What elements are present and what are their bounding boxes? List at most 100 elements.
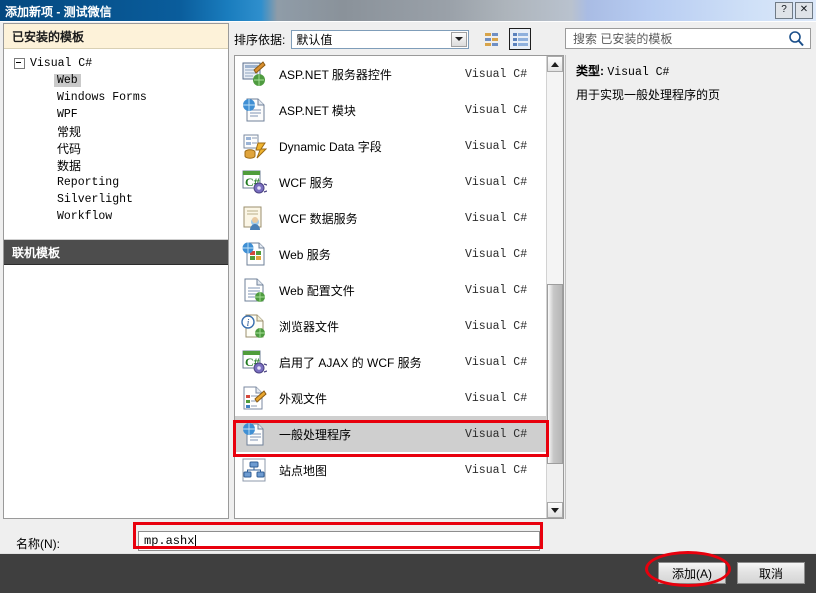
template-language: Visual C# (465, 103, 528, 117)
close-icon[interactable]: ✕ (795, 2, 813, 19)
search-placeholder: 搜索 已安装的模板 (573, 32, 673, 46)
template-row[interactable]: Dynamic Data 字段 Visual C# (235, 128, 547, 164)
online-templates-header[interactable]: 联机模板 (4, 239, 228, 265)
add-new-item-dialog: 添加新项 - 测试微信 ? ✕ 已安装的模板 Visual C# Web Win… (0, 0, 816, 593)
aspnet-module-icon (243, 98, 265, 122)
tree-node-visual-csharp[interactable]: Visual C# (4, 55, 228, 72)
template-row[interactable]: Web 配置文件 Visual C# (235, 272, 547, 308)
tree-item-label: Workflow (57, 210, 113, 223)
template-type-label: 类型: (576, 64, 604, 78)
tree-node-label: Visual C# (30, 57, 93, 70)
template-name: WCF 数据服务 (279, 211, 358, 226)
tree-item-label: WPF (57, 108, 78, 121)
window-controls: ? ✕ (775, 2, 813, 19)
name-input[interactable]: mp.ashx (138, 531, 540, 551)
search-icon[interactable] (787, 29, 807, 48)
template-language: Visual C# (465, 355, 528, 369)
template-language: Visual C# (465, 139, 528, 153)
tree-item-web[interactable]: Web (4, 72, 228, 89)
sort-label: 排序依据: (234, 32, 286, 47)
template-description: 用于实现一般处理程序的页 (576, 88, 721, 102)
name-label: 名称(N): (16, 537, 60, 551)
text-caret (195, 534, 197, 548)
web-service-icon (242, 242, 265, 266)
template-row[interactable]: 外观文件 Visual C# (235, 380, 547, 416)
template-row[interactable]: Web 服务 Visual C# (235, 236, 547, 272)
aspnet-server-control-icon (242, 61, 266, 86)
template-name: WCF 服务 (279, 175, 334, 190)
sort-by-value: 默认值 (296, 32, 333, 47)
template-details-pane: 类型: Visual C# 用于实现一般处理程序的页 (565, 55, 811, 519)
template-row[interactable]: 站点地图 Visual C# (235, 452, 547, 488)
tree-item-data[interactable]: 数据 (4, 157, 228, 174)
template-name: 浏览器文件 (279, 319, 340, 334)
tree-item-label: Windows Forms (57, 91, 147, 104)
template-category-tree: Visual C# Web Windows Forms WPF 常规 代码 数据… (4, 49, 228, 235)
title-bar: 添加新项 - 测试微信 ? ✕ (0, 0, 816, 21)
installed-templates-pane: 已安装的模板 Visual C# Web Windows Forms WPF 常… (3, 23, 229, 519)
scroll-up-button[interactable] (547, 56, 563, 72)
ajax-wcf-service-icon: C# (242, 350, 267, 374)
wcf-service-icon: C# (242, 170, 267, 194)
help-icon[interactable]: ? (775, 2, 793, 19)
template-name: 启用了 AJAX 的 WCF 服务 (279, 355, 422, 370)
template-name: Dynamic Data 字段 (279, 139, 382, 154)
template-list-scrollbar[interactable] (546, 56, 563, 518)
template-name: 站点地图 (279, 463, 328, 478)
sort-by-dropdown[interactable]: 默认值 (291, 29, 470, 49)
template-row[interactable]: WCF 数据服务 Visual C# (235, 200, 547, 236)
template-row[interactable]: C# WCF 服务 Visual C# (235, 164, 547, 200)
tree-item-label: Reporting (57, 176, 120, 189)
template-type-value: Visual C# (607, 66, 670, 79)
site-map-icon (242, 458, 266, 482)
list-view-icon (512, 32, 528, 46)
scrollbar-track[interactable] (547, 72, 563, 284)
wcf-data-service-icon (243, 206, 262, 230)
template-language: Visual C# (465, 427, 528, 441)
template-type-row: 类型: Visual C# (576, 62, 811, 79)
template-row[interactable]: ASP.NET 模块 Visual C# (235, 92, 547, 128)
template-language: Visual C# (465, 283, 528, 297)
cancel-button[interactable]: 取消 (737, 562, 805, 584)
chevron-down-icon[interactable] (451, 31, 468, 47)
scroll-down-button[interactable] (547, 502, 563, 518)
dialog-body: 已安装的模板 Visual C# Web Windows Forms WPF 常… (0, 21, 816, 553)
template-name: ASP.NET 服务器控件 (279, 67, 392, 82)
tree-item-label: 代码 (57, 142, 82, 156)
tree-item-silverlight[interactable]: Silverlight (4, 191, 228, 208)
small-icons-view-button[interactable] (481, 28, 503, 50)
view-mode-buttons (481, 28, 532, 50)
template-row[interactable]: C# 启用了 AJAX 的 WCF 服务 Visual C# (235, 344, 547, 380)
template-language: Visual C# (465, 391, 528, 405)
tree-item-code[interactable]: 代码 (4, 140, 228, 157)
dynamic-data-field-icon (243, 134, 267, 159)
installed-templates-header: 已安装的模板 (4, 24, 228, 49)
small-icons-icon (484, 32, 498, 46)
template-language: Visual C# (465, 67, 528, 81)
add-button-label: 添加(A) (672, 566, 712, 581)
tree-item-workflow[interactable]: Workflow (4, 208, 228, 225)
template-list: ASP.NET 服务器控件 Visual C# ASP.NET 模块 Visua… (234, 55, 564, 519)
tree-item-windows-forms[interactable]: Windows Forms (4, 89, 228, 106)
tree-item-label: 常规 (57, 125, 82, 139)
template-row[interactable]: i 浏览器文件 Visual C# (235, 308, 547, 344)
sort-toolbar: 排序依据: 默认值 (234, 26, 564, 52)
scrollbar-thumb[interactable] (547, 284, 563, 464)
window-title: 添加新项 - 测试微信 (5, 5, 112, 19)
template-name: Web 服务 (279, 247, 331, 262)
svg-text:i: i (247, 318, 250, 329)
list-view-button[interactable] (509, 28, 532, 50)
tree-item-general[interactable]: 常规 (4, 123, 228, 140)
tree-item-wpf[interactable]: WPF (4, 106, 228, 123)
template-language: Visual C# (465, 247, 528, 261)
add-button[interactable]: 添加(A) (658, 562, 726, 584)
cancel-button-label: 取消 (758, 566, 783, 581)
search-input[interactable]: 搜索 已安装的模板 (565, 28, 811, 49)
tree-item-reporting[interactable]: Reporting (4, 174, 228, 191)
template-language: Visual C# (465, 175, 528, 189)
collapse-icon[interactable] (14, 58, 25, 69)
template-row-selected[interactable]: 一般处理程序 Visual C# (235, 416, 547, 452)
template-row[interactable]: ASP.NET 服务器控件 Visual C# (235, 56, 547, 92)
template-name: Web 配置文件 (279, 283, 355, 298)
template-name: 外观文件 (279, 391, 328, 406)
